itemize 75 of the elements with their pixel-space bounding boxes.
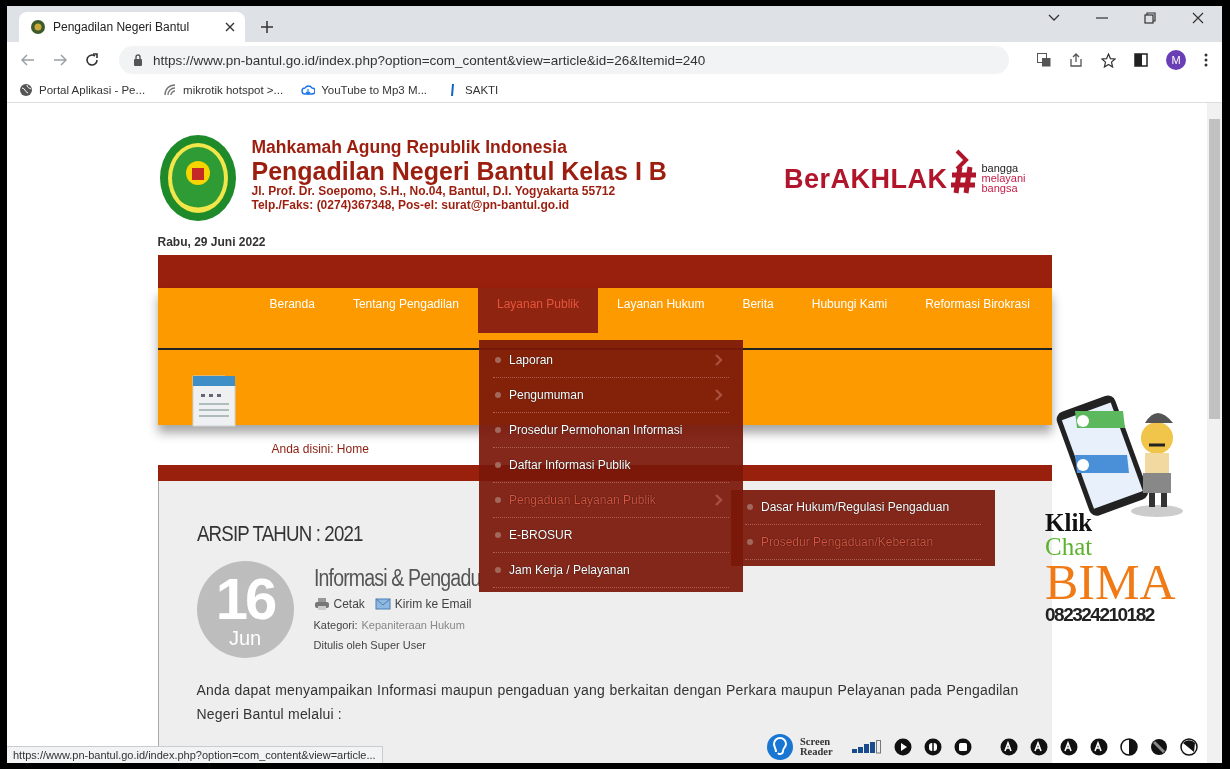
menu-item[interactable]: Daftar Informasi Publik bbox=[493, 448, 729, 483]
close-icon[interactable] bbox=[225, 22, 235, 32]
wave-icon bbox=[163, 83, 178, 97]
contrast-icon[interactable] bbox=[1180, 738, 1198, 756]
court-address: Jl. Prof. Dr. Soepomo, S.H., No.04, Bantul, D.I. Yogyakarta 55712 bbox=[251, 184, 617, 198]
stop-icon[interactable] bbox=[954, 738, 972, 756]
brand-logo-text: BerAKHLAK bbox=[783, 164, 948, 195]
menu-item[interactable]: Prosedur Permohonan Informasi bbox=[493, 413, 729, 448]
scrollbar[interactable] bbox=[1207, 103, 1222, 763]
printer-icon bbox=[313, 598, 330, 610]
play-icon[interactable] bbox=[894, 738, 912, 756]
bookmark[interactable]: SAKTI bbox=[445, 83, 499, 97]
back-icon[interactable] bbox=[21, 54, 35, 66]
font-decrease-icon[interactable] bbox=[1030, 738, 1048, 756]
article-text: Anda dapat menyampaikan Informasi maupun pengaduan yang berkaitan dengan Perkara maupun Pelayanan pada Pengadilan Negeri Bantul melalui : bbox=[196, 681, 1019, 724]
address-bar[interactable]: https://www.pn-bantul.go.id/index.php?option=com_content&view=article&id=26&Itemid=240 bbox=[119, 46, 1009, 74]
date-day: 16 bbox=[215, 570, 275, 627]
bookmark[interactable]: Portal Aplikasi - Pe... bbox=[19, 83, 146, 97]
contrast-icon[interactable] bbox=[1120, 738, 1138, 756]
status-bar-url: https://www.pn-bantul.go.id/index.php?option=com_content&view=article... bbox=[7, 746, 383, 763]
phone-number[interactable]: 082324210182 bbox=[1045, 604, 1154, 626]
pause-icon[interactable] bbox=[924, 738, 942, 756]
star-icon[interactable] bbox=[1101, 52, 1116, 68]
font-reset-icon[interactable] bbox=[1060, 738, 1078, 756]
bookmark[interactable]: mikrotik hotspot >... bbox=[163, 83, 284, 97]
tagline-text: bangsa bbox=[981, 183, 1018, 193]
menu-item[interactable]: Pengumuman bbox=[493, 378, 729, 413]
hashtag-icon bbox=[951, 165, 978, 195]
close-icon[interactable] bbox=[1192, 12, 1204, 24]
menu-item[interactable]: Laporan bbox=[493, 343, 729, 378]
article-author: Ditulis oleh Super User bbox=[313, 639, 427, 651]
site-favicon-icon bbox=[31, 20, 45, 34]
menu-icon[interactable] bbox=[1204, 53, 1208, 67]
archive-heading: ARSIP TAHUN : 2021 bbox=[196, 521, 363, 547]
chat-label[interactable]: Klik bbox=[1045, 512, 1093, 534]
browser-tab[interactable]: Pengadilan Negeri Bantul bbox=[19, 12, 245, 42]
lock-icon bbox=[133, 54, 143, 66]
breadcrumb: Anda disini: Home bbox=[271, 442, 369, 458]
volume-bars-icon[interactable] bbox=[852, 740, 882, 754]
contrast-icon[interactable] bbox=[1150, 738, 1168, 756]
email-link[interactable]: Kirim ke Email bbox=[374, 597, 472, 611]
court-contact: Telp./Faks: (0274)367348, Pos-el: surat@pn-bantul.go.id bbox=[251, 198, 571, 212]
category-label: Kategori: bbox=[313, 619, 358, 631]
org-name: Mahkamah Agung Republik Indonesia bbox=[251, 137, 568, 158]
print-link[interactable]: Cetak bbox=[313, 597, 365, 611]
side-panel-icon[interactable] bbox=[1134, 53, 1148, 67]
translate-icon[interactable] bbox=[1037, 53, 1051, 67]
menu-item[interactable]: E-BROSUR bbox=[493, 518, 729, 553]
chevron-right-icon bbox=[953, 149, 970, 171]
restore-icon[interactable] bbox=[1144, 12, 1156, 24]
chevron-down-icon[interactable] bbox=[1048, 14, 1060, 22]
document-icon bbox=[190, 372, 237, 428]
font-increase-icon[interactable] bbox=[1000, 738, 1018, 756]
tagline-text: bangga bbox=[981, 163, 1020, 173]
current-date: Rabu, 29 Juni 2022 bbox=[157, 235, 267, 251]
reload-icon[interactable] bbox=[85, 53, 99, 67]
chevron-right-icon bbox=[715, 389, 723, 401]
new-tab-icon[interactable] bbox=[261, 21, 273, 33]
forward-icon[interactable] bbox=[53, 54, 67, 66]
court-name: Pengadilan Negeri Bantul Kelas I B bbox=[251, 158, 667, 184]
envelope-icon bbox=[374, 598, 391, 610]
share-icon[interactable] bbox=[1069, 53, 1083, 67]
globe-icon bbox=[19, 83, 33, 97]
menu-item[interactable]: Dasar Hukum/Regulasi Pengaduan bbox=[745, 490, 981, 525]
profile-avatar[interactable]: M bbox=[1166, 50, 1186, 70]
font-icon[interactable] bbox=[1090, 738, 1108, 756]
tagline-text: melayani bbox=[981, 173, 1026, 183]
chevron-right-icon bbox=[715, 354, 723, 366]
scrollbar-thumb[interactable] bbox=[1209, 119, 1220, 419]
menu-item[interactable]: Jam Kerja / Pelayanan bbox=[493, 553, 729, 588]
bookmark[interactable]: YouTube to Mp3 M... bbox=[301, 83, 428, 97]
cloud-icon bbox=[301, 83, 316, 97]
screen-reader-label: Screen Reader bbox=[800, 737, 834, 757]
date-month: Jun bbox=[228, 626, 262, 649]
chevron-right-icon bbox=[715, 494, 723, 506]
